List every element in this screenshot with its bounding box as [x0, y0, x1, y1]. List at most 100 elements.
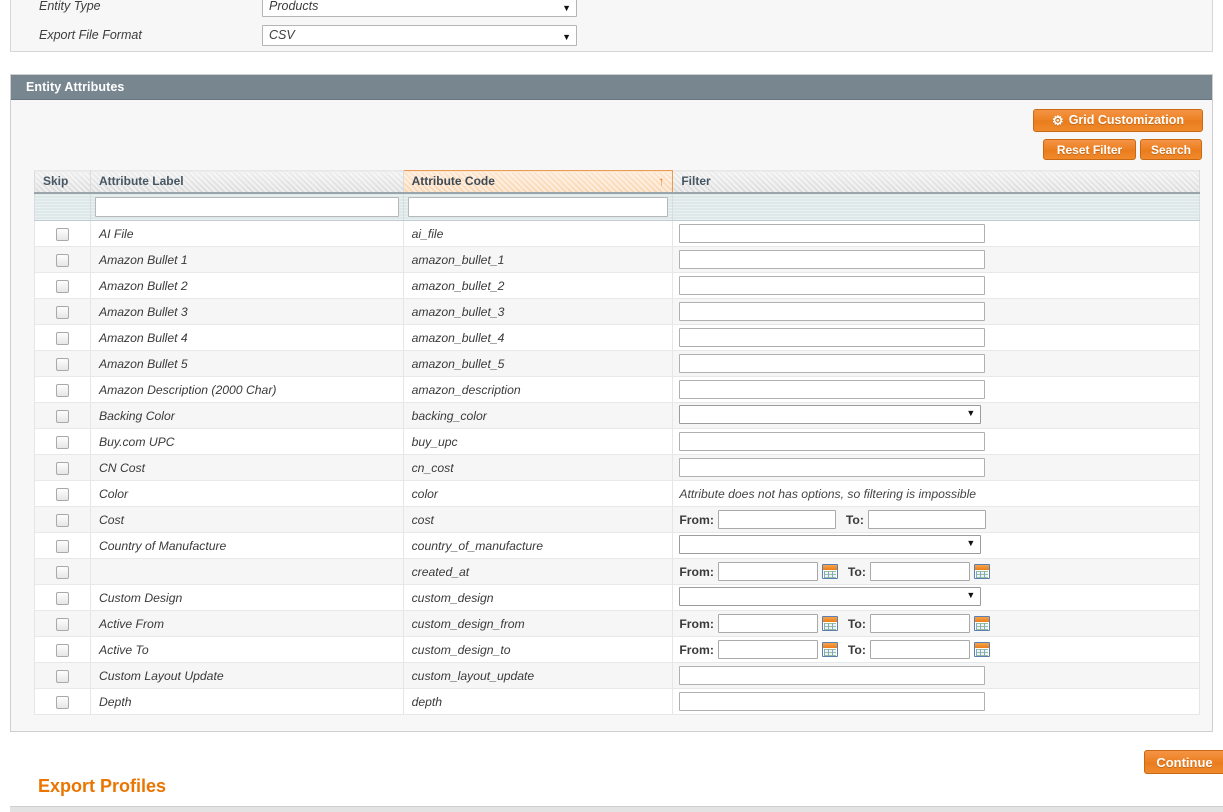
column-header-skip[interactable]: Skip — [34, 170, 91, 194]
filter-text-input[interactable] — [679, 328, 986, 347]
continue-button[interactable]: Continue — [1144, 750, 1223, 774]
attribute-code-cell: custom_design_from — [402, 610, 674, 637]
sort-ascending-icon: ↑ — [658, 174, 665, 188]
attribute-code-cell: created_at — [402, 558, 674, 585]
entity-type-row: Entity Type Products ▼ — [11, 0, 1212, 22]
skip-checkbox[interactable] — [55, 435, 69, 449]
calendar-icon[interactable] — [973, 616, 990, 631]
attribute-code-cell: amazon_bullet_2 — [402, 272, 674, 299]
calendar-icon[interactable] — [821, 564, 838, 579]
attribute-label-cell: CN Cost — [89, 454, 404, 481]
filter-select[interactable]: ▼ — [679, 534, 982, 554]
range-to-input[interactable] — [869, 640, 970, 659]
attribute-label-cell: Color — [89, 480, 404, 507]
skip-checkbox[interactable] — [55, 669, 69, 683]
skip-checkbox[interactable] — [55, 305, 69, 319]
attribute-label-cell: Amazon Bullet 3 — [89, 298, 404, 325]
attribute-label-cell: Amazon Bullet 5 — [89, 350, 404, 377]
calendar-icon[interactable] — [973, 642, 990, 657]
column-header-filter[interactable]: Filter — [672, 170, 1200, 194]
skip-checkbox[interactable] — [55, 643, 69, 657]
skip-checkbox[interactable] — [55, 253, 69, 267]
skip-cell — [34, 688, 91, 715]
range-to-label: To: — [845, 512, 864, 527]
grid-filter-row — [34, 192, 1200, 221]
skip-checkbox[interactable] — [55, 461, 69, 475]
entity-type-select[interactable]: Products ▼ — [262, 0, 577, 17]
filter-select[interactable]: ▼ — [679, 404, 982, 424]
skip-cell — [34, 480, 91, 507]
skip-checkbox[interactable] — [55, 617, 69, 631]
grid-customization-button[interactable]: ⚙ Grid Customization — [1033, 109, 1203, 132]
filter-cell — [672, 454, 1200, 481]
skip-checkbox[interactable] — [55, 279, 69, 293]
filter-text-input[interactable] — [679, 666, 986, 685]
range-from-input[interactable] — [717, 510, 836, 529]
filter-text-input[interactable] — [679, 692, 986, 711]
range-from-label: From: — [679, 564, 714, 579]
skip-checkbox[interactable] — [55, 487, 69, 501]
filter-text-input[interactable] — [679, 302, 986, 321]
filter-cell — [672, 376, 1200, 403]
column-header-attribute-code[interactable]: Attribute Code ↑ — [402, 170, 674, 194]
skip-cell — [34, 636, 91, 663]
filter-text-input[interactable] — [679, 432, 986, 451]
grid-header-row: Skip Attribute Label Attribute Code ↑ Fi… — [34, 170, 1200, 194]
filter-range: From: To: — [679, 510, 1193, 529]
range-from-input[interactable] — [717, 640, 818, 659]
attribute-label-cell: Custom Layout Update — [89, 662, 404, 689]
filter-text-input[interactable] — [679, 354, 986, 373]
range-to-input[interactable] — [869, 562, 970, 581]
table-row: Custom Layout Update custom_layout_update — [34, 662, 1200, 689]
search-label: Search — [1150, 142, 1192, 157]
filter-text-input[interactable] — [679, 250, 986, 269]
range-from-label: From: — [679, 616, 714, 631]
skip-checkbox[interactable] — [55, 513, 69, 527]
skip-checkbox[interactable] — [55, 591, 69, 605]
range-from-input[interactable] — [717, 614, 818, 633]
skip-checkbox[interactable] — [55, 539, 69, 553]
calendar-icon[interactable] — [821, 616, 838, 631]
filter-text-input[interactable] — [679, 458, 986, 477]
filter-text-input[interactable] — [679, 276, 986, 295]
chevron-down-icon: ▼ — [562, 32, 571, 42]
column-header-attribute-label[interactable]: Attribute Label — [89, 170, 404, 194]
range-to-input[interactable] — [869, 614, 970, 633]
filter-text-input[interactable] — [679, 380, 986, 399]
table-row: Depth depth — [34, 688, 1200, 715]
skip-cell — [34, 506, 91, 533]
calendar-icon[interactable] — [973, 564, 990, 579]
skip-cell — [34, 584, 91, 611]
skip-checkbox[interactable] — [55, 383, 69, 397]
attribute-code-cell: amazon_bullet_3 — [402, 298, 674, 325]
filter-cell — [672, 220, 1200, 247]
filter-cell: ▼ — [672, 532, 1200, 559]
export-file-format-select[interactable]: CSV ▼ — [262, 25, 577, 46]
range-from-input[interactable] — [717, 562, 818, 581]
skip-checkbox[interactable] — [55, 227, 69, 241]
filter-range: From: To: — [679, 614, 1193, 633]
attribute-label-cell: Amazon Bullet 2 — [89, 272, 404, 299]
search-button[interactable]: Search — [1140, 139, 1202, 160]
skip-checkbox[interactable] — [55, 695, 69, 709]
filter-cell: Attribute does not has options, so filte… — [672, 480, 1200, 507]
skip-checkbox[interactable] — [55, 409, 69, 423]
filter-attribute-label-input[interactable] — [94, 196, 399, 217]
range-from-label: From: — [679, 642, 714, 657]
skip-checkbox[interactable] — [55, 565, 69, 579]
filter-text-input[interactable] — [679, 224, 986, 243]
column-header-attribute-code-label: Attribute Code — [411, 174, 495, 189]
reset-filter-button[interactable]: Reset Filter — [1043, 139, 1136, 160]
filter-select[interactable]: ▼ — [679, 586, 982, 606]
skip-checkbox[interactable] — [55, 331, 69, 345]
continue-label: Continue — [1156, 754, 1213, 770]
filter-attribute-code-input[interactable] — [407, 196, 669, 217]
skip-checkbox[interactable] — [55, 357, 69, 371]
skip-cell — [34, 558, 91, 585]
filter-range: From: To: — [679, 640, 1193, 659]
range-to-input[interactable] — [867, 510, 986, 529]
calendar-icon[interactable] — [821, 642, 838, 657]
filter-cell — [672, 688, 1200, 715]
table-row: Amazon Bullet 4 amazon_bullet_4 — [34, 324, 1200, 351]
table-row: Cost cost From: To: — [34, 506, 1200, 533]
